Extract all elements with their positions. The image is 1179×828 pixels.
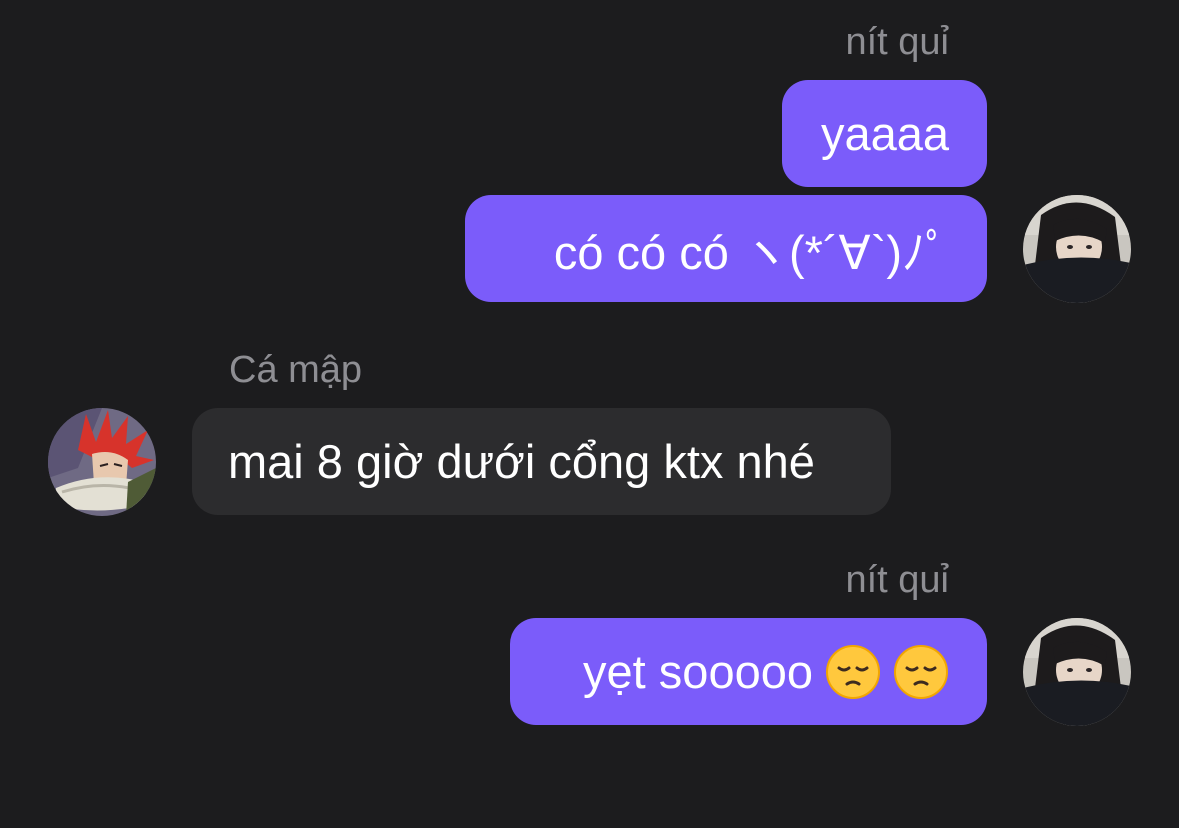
avatar-ca-map[interactable]	[48, 408, 156, 516]
message-text: có có có ヽ(*´∀`)ﾉﾟ	[553, 226, 949, 279]
chat-thread: nít quỉ yaaaa có có có ヽ(*´∀`)ﾉﾟ Cá mập	[0, 0, 1179, 828]
avatar-image	[1023, 618, 1131, 726]
message-bubble-outgoing[interactable]: yẹt sooooo	[510, 618, 987, 725]
avatar-nit-qui[interactable]	[1023, 618, 1131, 726]
sender-name: Cá mập	[229, 349, 363, 391]
message-text: yaaaa	[820, 107, 949, 160]
message-bubble-outgoing[interactable]: yaaaa	[782, 80, 987, 187]
message-bubble-outgoing[interactable]: có có có ヽ(*´∀`)ﾉﾟ	[465, 195, 987, 302]
pensive-face-icon	[826, 644, 880, 699]
message-bubble-incoming[interactable]: mai 8 giờ dưới cổng ktx nhé	[192, 408, 891, 515]
message-text: yẹt sooooo	[583, 645, 813, 698]
message-text: mai 8 giờ dưới cổng ktx nhé	[228, 435, 815, 488]
avatar-image	[1023, 195, 1131, 303]
avatar-nit-qui[interactable]	[1023, 195, 1131, 303]
pensive-face-icon	[894, 644, 948, 699]
avatar-image	[48, 408, 156, 516]
sender-name: nít quỉ	[845, 559, 949, 601]
sender-name: nít quỉ	[845, 21, 949, 63]
